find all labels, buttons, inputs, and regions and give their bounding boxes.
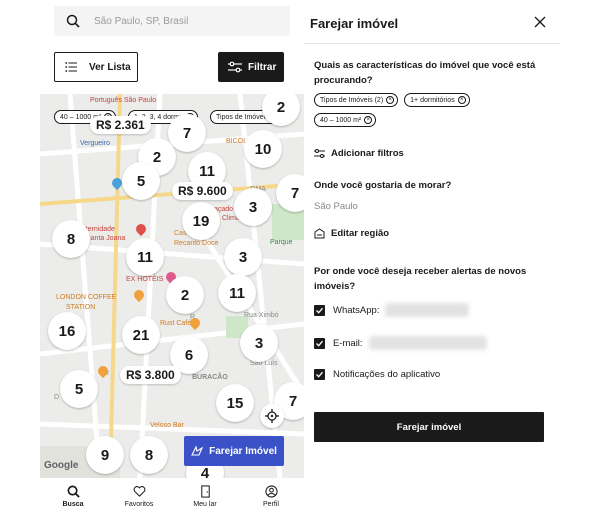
map-label: BURACÃO [192, 374, 228, 381]
cluster-marker[interactable]: 19 [182, 202, 220, 240]
search-placeholder: São Paulo, SP, Brasil [94, 15, 189, 27]
map-label: Rust Café [160, 320, 192, 327]
farejar-imovel-sheet: Farejar imóvel Quais as características … [304, 0, 560, 514]
door-icon [200, 484, 210, 498]
price-marker[interactable]: R$ 2.361 [90, 116, 151, 134]
tab-label: Busca [62, 500, 84, 508]
cluster-marker[interactable]: 16 [48, 312, 86, 350]
filter-button[interactable]: Filtrar [218, 52, 284, 82]
app-notifications-checkbox[interactable]: Notificações do aplicativo [314, 369, 440, 380]
list-view-button[interactable]: Ver Lista [54, 52, 138, 82]
cluster-marker[interactable]: 3 [240, 324, 278, 362]
search-input[interactable]: São Paulo, SP, Brasil [54, 6, 290, 36]
redacted-value [385, 303, 470, 317]
selected-filter-chips: 40 – 1000 m² × [314, 113, 377, 127]
tab-label: Favoritos [124, 500, 154, 508]
map-label: Parque [270, 239, 293, 246]
checkbox-checked-icon [314, 337, 325, 349]
search-icon [66, 14, 80, 28]
add-filters-button[interactable]: Adicionar filtros [314, 148, 404, 159]
profile-icon [264, 484, 278, 498]
map-label: EX HOTÉIS [126, 276, 164, 283]
edit-region-icon [314, 228, 325, 239]
sliders-icon [314, 149, 325, 158]
cluster-marker[interactable]: 9 [86, 436, 124, 474]
cluster-marker[interactable]: 3 [224, 238, 262, 276]
map-label: LONDON COFFEE [56, 294, 117, 301]
checkbox-checked-icon [314, 369, 325, 380]
sheet-header: Farejar imóvel [304, 0, 560, 44]
channel-label: Notificações do aplicativo [333, 369, 441, 380]
tab-meu-lar[interactable]: Meu lar [172, 478, 238, 514]
price-marker[interactable]: R$ 3.800 [120, 366, 181, 384]
whatsapp-checkbox[interactable]: WhatsApp: [314, 303, 470, 317]
question-features: Quais as características do imóvel que v… [314, 60, 536, 86]
cluster-marker[interactable]: 5 [122, 162, 160, 200]
channel-label: WhatsApp: [333, 304, 380, 316]
location-value: São Paulo [314, 201, 358, 212]
close-icon[interactable] [534, 16, 546, 28]
bottom-tab-bar: Busca Favoritos Meu lar Perfil [40, 478, 304, 514]
chip-remove-icon[interactable]: × [364, 116, 373, 124]
cluster-marker[interactable]: 11 [126, 238, 164, 276]
map-label: Rua Ximbó [244, 312, 279, 319]
submit-farejar-button[interactable]: Farejar imóvel [314, 412, 544, 442]
map-label: STATION [66, 304, 96, 311]
cluster-marker[interactable]: 7 [168, 114, 206, 152]
crosshair-icon [265, 409, 279, 423]
channel-label: E-mail: [333, 337, 363, 349]
filter-chip[interactable]: 1+ dormitórios × [404, 93, 470, 107]
list-view-label: Ver Lista [89, 61, 131, 73]
cluster-marker[interactable]: 21 [122, 316, 160, 354]
redacted-value [368, 336, 487, 350]
add-filters-label: Adicionar filtros [331, 148, 404, 159]
map-search-screen: São Paulo, SP, Brasil Ver Lista Filtrar [40, 0, 304, 514]
tab-busca[interactable]: Busca [40, 478, 106, 514]
chip-remove-icon[interactable]: × [457, 96, 466, 104]
map-label: Santa Joana [86, 235, 126, 242]
cluster-marker[interactable]: 15 [216, 384, 254, 422]
search-icon [67, 485, 80, 498]
cluster-marker[interactable]: 3 [234, 188, 272, 226]
filter-chip[interactable]: 40 – 1000 m² × [314, 113, 377, 127]
cluster-marker[interactable]: 8 [52, 220, 90, 258]
map-label: Veloso Bar [150, 422, 184, 429]
cluster-marker[interactable]: 5 [60, 370, 98, 408]
map-label: D [54, 394, 60, 401]
heart-icon [133, 485, 145, 497]
sliders-icon [228, 61, 242, 73]
cluster-marker[interactable]: 11 [218, 274, 256, 312]
list-icon [65, 62, 77, 72]
edit-region-label: Editar região [331, 228, 390, 239]
cluster-marker[interactable]: 8 [130, 436, 168, 474]
chip-remove-icon[interactable]: × [386, 96, 395, 104]
checkbox-checked-icon [314, 304, 325, 316]
map-label: Português São Paulo [90, 97, 157, 104]
farejar-imovel-label: Farejar Imóvel [209, 445, 277, 457]
tab-perfil[interactable]: Perfil [238, 478, 304, 514]
filter-chip[interactable]: Tipos de Imóveis (2) × [314, 93, 399, 107]
cluster-marker[interactable]: 10 [244, 130, 282, 168]
email-checkbox[interactable]: E-mail: [314, 336, 487, 350]
map-label: Recanto Doce [174, 240, 219, 247]
tab-label: Perfil [263, 500, 279, 508]
selected-filter-chips: Tipos de Imóveis (2) × 1+ dormitórios × [314, 93, 470, 107]
price-marker[interactable]: R$ 9.600 [172, 182, 233, 200]
tab-label: Meu lar [193, 500, 217, 508]
google-logo: Google [44, 460, 79, 471]
cluster-marker[interactable]: 2 [166, 276, 204, 314]
edit-region-button[interactable]: Editar região [314, 228, 389, 239]
map-view[interactable]: Português São Paulo Vergueiro BICOL Mate… [40, 94, 304, 478]
farejar-imovel-button[interactable]: Farejar Imóvel [184, 436, 284, 466]
question-alerts: Por onde você deseja receber alertas de … [314, 266, 527, 292]
question-location: Onde você gostaria de morar? [314, 180, 452, 191]
filter-label: Filtrar [248, 61, 277, 73]
map-label: Vergueiro [80, 140, 110, 147]
locate-me-button[interactable] [260, 404, 284, 428]
sheet-title: Farejar imóvel [310, 16, 399, 31]
dog-nose-icon [191, 445, 204, 456]
tab-favoritos[interactable]: Favoritos [106, 478, 172, 514]
